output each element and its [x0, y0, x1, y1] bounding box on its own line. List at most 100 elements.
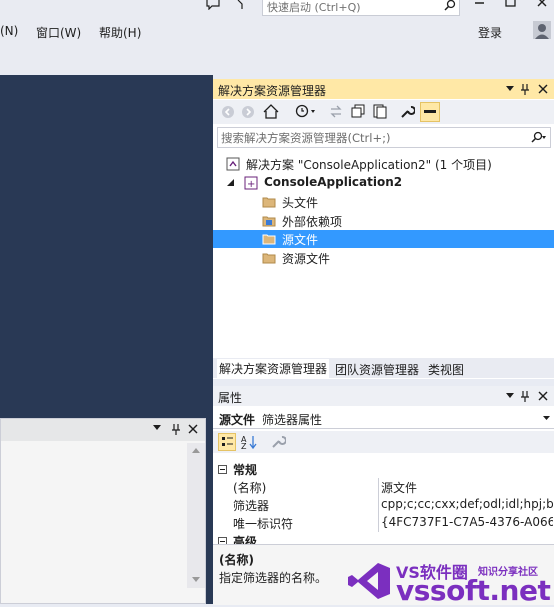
property-pages-wrench-icon[interactable] [271, 434, 286, 449]
tree-item-label: 源文件 [282, 233, 319, 247]
collapse-icon[interactable] [218, 537, 227, 544]
output-pane-header [1, 419, 205, 441]
property-name: (名称) [233, 481, 267, 495]
tree-item-label: 解决方案 "ConsoleApplication2" (1 个项目) [246, 158, 492, 172]
property-name: 唯一标识符 [233, 517, 294, 531]
cpp-project-icon: + [244, 176, 258, 190]
collapse-icon[interactable] [218, 465, 227, 474]
tree-item-label: 头文件 [282, 196, 319, 210]
column-divider [378, 514, 379, 532]
properties-toolbar: AZ [213, 431, 554, 453]
minimize-button[interactable] [474, 0, 486, 10]
tree-item-resource-files[interactable]: 资源文件 [213, 249, 554, 267]
tree-item-source-files[interactable]: 源文件 [213, 230, 554, 248]
description-title: (名称) [219, 553, 254, 567]
solution-icon [226, 157, 240, 171]
chevron-down-icon[interactable] [506, 86, 514, 92]
tree-item-external-deps[interactable]: 外部依赖项 [213, 212, 554, 230]
pin-icon[interactable] [520, 390, 530, 402]
close-button[interactable] [537, 0, 549, 8]
properties-object-selector[interactable]: 源文件 筛选器属性 [213, 408, 554, 429]
pin-icon[interactable] [520, 83, 530, 95]
tree-item-label: 外部依赖项 [282, 215, 343, 229]
search-icon[interactable] [444, 0, 456, 11]
vertical-scrollbar[interactable] [187, 443, 205, 588]
history-icon[interactable] [295, 104, 317, 119]
chevron-down-icon[interactable] [153, 425, 161, 431]
forward-icon[interactable] [241, 105, 255, 119]
property-row[interactable]: (名称) 源文件 [213, 478, 554, 496]
close-icon[interactable] [538, 84, 548, 94]
expand-triangle-icon[interactable] [227, 179, 235, 187]
properties-titlebar: 属性 [213, 386, 554, 406]
tree-item-label: 资源文件 [282, 252, 331, 266]
category-label: 高级 [233, 535, 258, 544]
back-icon[interactable] [221, 105, 235, 119]
solution-explorer-toolbar [213, 100, 554, 124]
category-general[interactable]: 常规 [213, 460, 554, 478]
svg-text:Z: Z [241, 442, 247, 450]
property-row[interactable]: 唯一标识符 {4FC737F1-C7A5-4376-A066 [213, 514, 554, 532]
notification-icon[interactable] [206, 0, 220, 10]
external-dependencies-icon [262, 216, 276, 227]
tab-team-explorer[interactable]: 团队资源管理器 [335, 361, 419, 378]
preview-selected-icon[interactable] [420, 102, 440, 122]
feedback-icon[interactable] [236, 0, 248, 10]
property-row[interactable]: 筛选器 cpp;c;cc;cxx;def;odl;idl;hpj;bat [213, 496, 554, 514]
sync-icon[interactable] [329, 104, 343, 119]
collapse-all-icon[interactable] [351, 104, 365, 119]
close-icon[interactable] [538, 391, 548, 401]
category-label: 常规 [233, 463, 258, 477]
tree-item-project[interactable]: + ConsoleApplication2 [213, 174, 554, 192]
tab-solution-explorer[interactable]: 解决方案资源管理器 [217, 359, 330, 378]
solution-explorer-panel: 解决方案资源管理器 搜索解决方案资源管理器(Ctrl+;) 解决方案 "Cons… [213, 79, 554, 379]
pin-icon[interactable] [171, 423, 181, 435]
alphabetical-icon[interactable]: AZ [241, 434, 259, 450]
maximize-button[interactable] [505, 0, 517, 8]
tree-item-label: ConsoleApplication2 [264, 175, 403, 189]
quick-launch-placeholder: 快速启动 (Ctrl+Q) [267, 1, 361, 14]
menu-bar: (N) 窗口(W) 帮助(H) 登录 [0, 18, 554, 73]
title-bar: 快速启动 (Ctrl+Q) [0, 0, 554, 18]
watermark: VS软件圈 知识分享社区 vssoft.net [348, 557, 554, 607]
solution-explorer-title: 解决方案资源管理器 [218, 84, 327, 98]
categorized-icon[interactable] [218, 433, 236, 451]
search-placeholder: 搜索解决方案资源管理器(Ctrl+;) [221, 131, 391, 145]
quick-launch-input[interactable]: 快速启动 (Ctrl+Q) [262, 0, 460, 16]
visual-studio-logo-icon [348, 563, 390, 599]
chevron-down-icon[interactable] [506, 393, 514, 399]
property-name: 筛选器 [233, 499, 270, 513]
property-value[interactable]: cpp;c;cc;cxx;def;odl;idl;hpj;bat [381, 497, 553, 511]
tab-class-view[interactable]: 类视图 [428, 361, 464, 378]
login-link[interactable]: 登录 [478, 24, 502, 41]
category-advanced[interactable]: 高级 [213, 532, 554, 544]
show-all-files-icon[interactable] [373, 104, 387, 119]
properties-wrench-icon[interactable] [400, 104, 415, 119]
property-value[interactable]: {4FC737F1-C7A5-4376-A066 [381, 515, 553, 529]
solution-explorer-titlebar: 解决方案资源管理器 [213, 79, 554, 99]
column-divider [378, 478, 379, 496]
user-avatar-icon[interactable] [533, 21, 551, 39]
property-value[interactable]: 源文件 [381, 479, 553, 496]
home-icon[interactable] [263, 104, 279, 119]
folder-icon [262, 234, 276, 245]
close-icon[interactable] [188, 424, 198, 434]
menu-item-team[interactable]: (N) [0, 24, 18, 38]
menu-item-help[interactable]: 帮助(H) [99, 24, 141, 41]
properties-title: 属性 [218, 391, 243, 405]
svg-text:+: + [247, 179, 255, 190]
tree-item-solution[interactable]: 解决方案 "ConsoleApplication2" (1 个项目) [213, 155, 554, 173]
solution-explorer-tabs: 解决方案资源管理器 团队资源管理器 类视图 [213, 358, 554, 378]
watermark-line2: vssoft.net [396, 574, 551, 607]
folder-icon [262, 253, 276, 264]
column-divider [378, 496, 379, 514]
description-text: 指定筛选器的名称。 [219, 571, 328, 585]
tree-item-header-files[interactable]: 头文件 [213, 193, 554, 211]
menu-item-window[interactable]: 窗口(W) [36, 24, 81, 41]
solution-explorer-search[interactable]: 搜索解决方案资源管理器(Ctrl+;) [217, 127, 551, 148]
search-icon[interactable] [530, 131, 548, 144]
object-name: 源文件 [219, 413, 256, 427]
output-pane[interactable] [0, 418, 206, 604]
folder-icon [262, 197, 276, 208]
chevron-down-icon[interactable] [543, 416, 550, 421]
